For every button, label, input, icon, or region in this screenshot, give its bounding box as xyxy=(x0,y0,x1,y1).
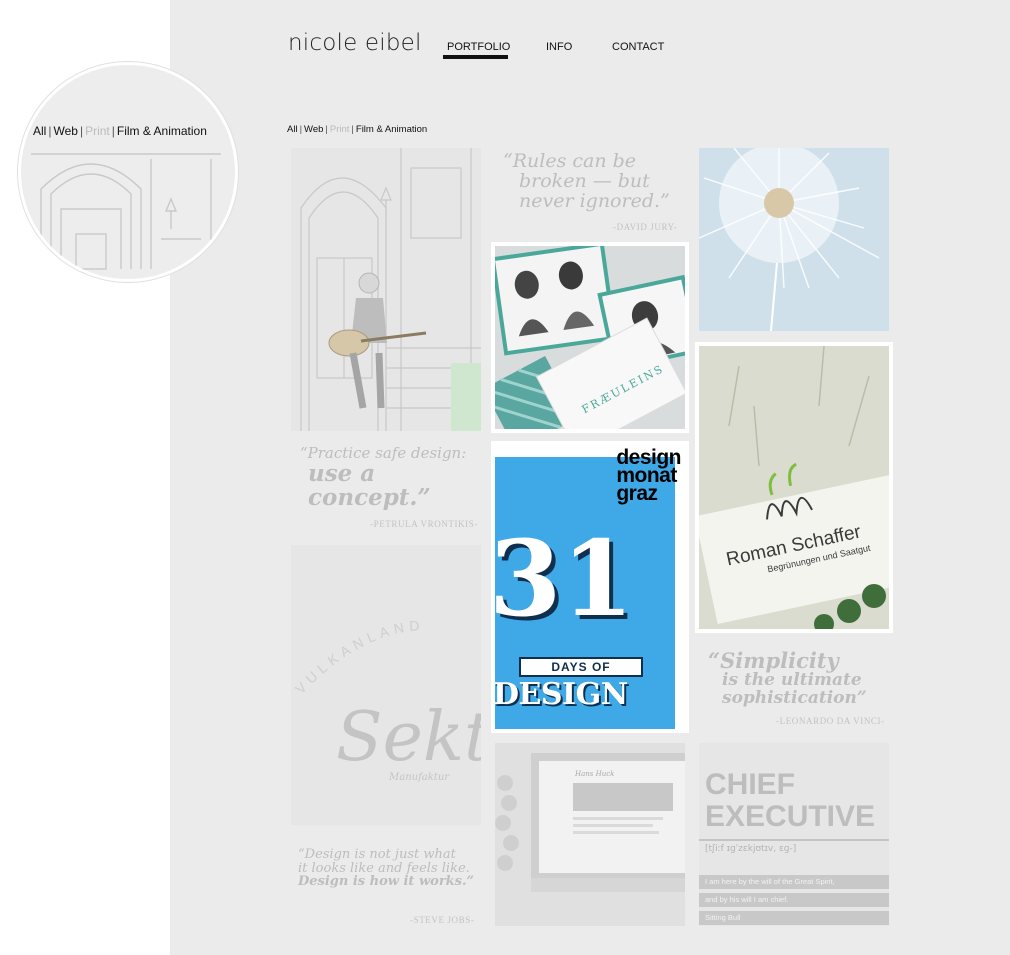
chief-phonetic: [tʃiːf ɪɡˈzɛkjʊtɪv, ɛɡ-] xyxy=(705,844,797,854)
quote-steve-jobs: “Design is not just what it looks like a… xyxy=(298,847,475,925)
chief-row-2: and by his will I am chief. xyxy=(699,893,889,907)
tile-31-days-of-design[interactable]: design monat graz 31 DAYS OF DESIGN xyxy=(491,441,689,733)
quote-rules-can-be-broken: “Rules can be broken — but never ignored… xyxy=(503,150,678,232)
filter-film-animation[interactable]: Film & Animation xyxy=(356,124,427,135)
zoom-filter-web: Web xyxy=(53,124,78,138)
svg-text:Manufaktur: Manufaktur xyxy=(388,772,450,783)
chief-divider xyxy=(699,839,889,841)
chief-row-1: I am here by the will of the Great Spiri… xyxy=(699,875,889,889)
filter-bar: All | Web | Print | Film & Animation xyxy=(287,124,428,135)
nav-portfolio[interactable]: PORTFOLIO xyxy=(447,41,510,53)
tile-sekt-manufaktur[interactable]: VULKANLAND Sekt Manufaktur xyxy=(291,545,481,825)
svg-text:VULKANLAND: VULKANLAND xyxy=(292,617,425,697)
dandelion-photo xyxy=(699,148,889,331)
dmg-days-of-banner: DAYS OF xyxy=(519,657,643,677)
filter-web[interactable]: Web xyxy=(304,124,323,135)
zoom-sketch-illustration xyxy=(31,153,221,270)
roman-schaffer-photo: Roman Schaffer Begrünungen und Saatgut xyxy=(695,345,893,633)
tile-dandelion[interactable] xyxy=(699,148,889,331)
zoom-filter-film: Film & Animation xyxy=(116,124,207,138)
tile-roman-schaffer[interactable]: Roman Schaffer Begrünungen und Saatgut xyxy=(695,342,893,633)
fraeuleins-cards-photo: FRÆULEINS xyxy=(491,242,689,433)
zoom-lens: All | Web | Print | Film & Animation xyxy=(18,62,238,282)
tile-fraeuleins-cards[interactable]: FRÆULEINS xyxy=(491,242,689,433)
nav-active-indicator xyxy=(443,55,508,59)
svg-text:Sekt: Sekt xyxy=(336,698,481,777)
filter-print[interactable]: Print xyxy=(330,124,350,135)
quote-simplicity: “Simplicity is the ultimate sophisticati… xyxy=(708,648,885,726)
nav-contact[interactable]: CONTACT xyxy=(612,41,664,53)
filter-all[interactable]: All xyxy=(287,124,298,135)
website-mockup-photo: Hans Huck xyxy=(495,743,685,926)
tile-chief-executive[interactable]: CHIEF EXECUTIVE [tʃiːf ɪɡˈzɛkjʊtɪv, ɛɡ-]… xyxy=(699,743,889,926)
tile-website-mockup[interactable]: Hans Huck xyxy=(495,743,685,926)
chief-row-3: Sitting Bull xyxy=(699,911,889,925)
zoom-filter-all: All xyxy=(33,124,47,138)
dmg-wordmark: design monat graz xyxy=(616,446,681,505)
guitar-sketch-illustration xyxy=(300,148,481,431)
zoom-filter-print: Print xyxy=(85,124,110,138)
dmg-poster: design monat graz 31 DAYS OF DESIGN xyxy=(491,447,681,729)
nav-info[interactable]: INFO xyxy=(546,41,572,53)
tile-guitar-sketch[interactable] xyxy=(291,148,481,431)
zoom-filter-bar: All | Web | Print | Film & Animation xyxy=(33,124,207,138)
site-logo[interactable]: nicole eibel xyxy=(288,30,422,56)
dmg-design-word: DESIGN xyxy=(493,677,628,712)
svg-text:Hans Huck: Hans Huck xyxy=(574,770,614,778)
chief-executive-title: CHIEF EXECUTIVE xyxy=(705,768,876,833)
quote-practice-safe-design: “Practice safe design: use a concept.” -… xyxy=(300,444,478,529)
dmg-big-number: 31 xyxy=(491,517,634,640)
sekt-logo: VULKANLAND Sekt Manufaktur xyxy=(292,617,481,783)
